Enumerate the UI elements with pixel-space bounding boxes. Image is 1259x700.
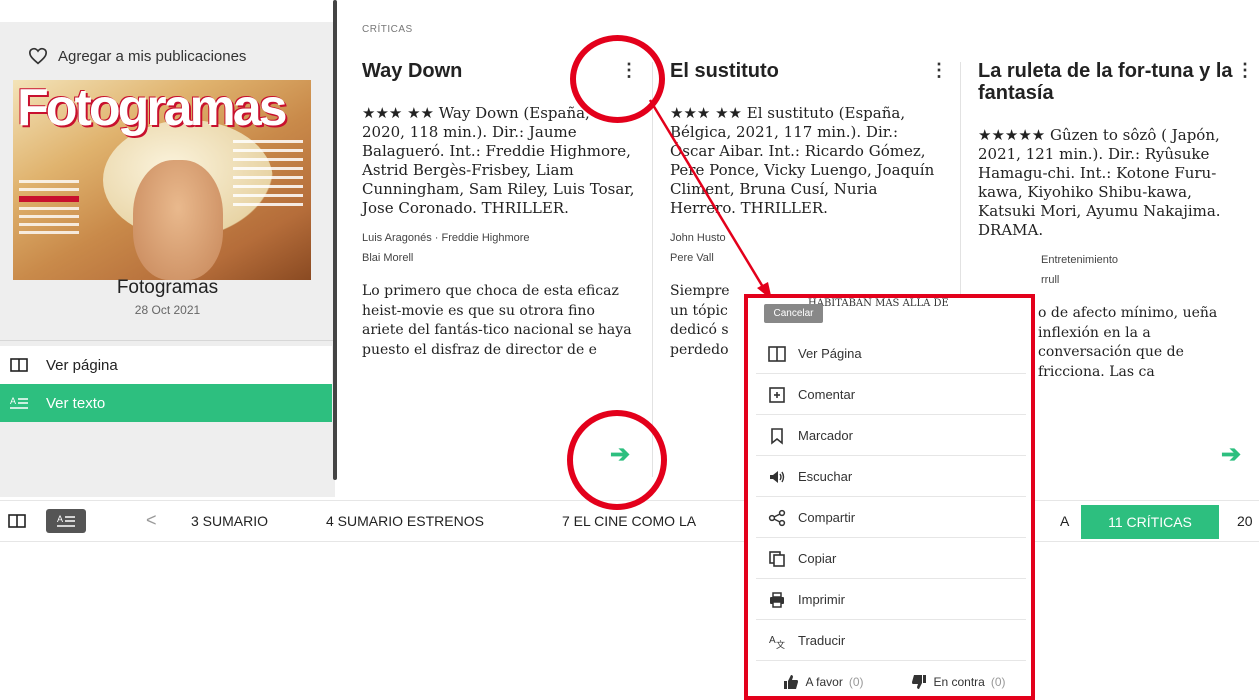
article-title[interactable]: El sustituto	[670, 60, 945, 82]
menu-item-label: Comentar	[798, 387, 856, 402]
add-to-favorites-button[interactable]: Agregar a mis publicaciones	[28, 47, 246, 65]
annotation-circle	[567, 410, 667, 510]
more-options-icon[interactable]: ⋮	[1236, 60, 1254, 81]
nav-item-sumario[interactable]: 3 SUMARIO	[191, 513, 268, 529]
thumbs-down-icon	[912, 675, 927, 689]
article-title[interactable]: La ruleta de la for-tuna y la fantasía	[978, 60, 1248, 104]
context-menu: HABITABAN MAS ALLA DE Cancelar Ver Págin…	[744, 294, 1035, 700]
view-page-button[interactable]: Ver página	[0, 346, 332, 384]
text-icon: A	[57, 514, 75, 527]
vote-against-count: (0)	[990, 675, 1006, 689]
vote-for-count: (0)	[848, 675, 864, 689]
view-text-label: Ver texto	[46, 394, 106, 412]
menu-item-view-page[interactable]: Ver Página	[756, 334, 1026, 374]
page-icon	[768, 345, 786, 362]
svg-text:A: A	[769, 635, 776, 646]
speaker-icon	[770, 470, 785, 483]
menu-item-copy[interactable]: Copiar	[756, 539, 1026, 579]
cover-headlines-left	[19, 180, 79, 239]
menu-item-print[interactable]: Imprimir	[756, 580, 1026, 620]
article-body: ★★★★★ Gûzen to sôzô ( Japón, 2021, 121 m…	[978, 126, 1221, 239]
article-authors: John Husto Pere Vall	[670, 228, 945, 268]
view-page-label: Ver página	[46, 356, 118, 374]
thumbs-up-icon	[784, 675, 799, 689]
menu-item-label: Marcador	[798, 428, 853, 443]
sidebar-scrollbar[interactable]	[333, 0, 337, 480]
cover-face	[133, 160, 223, 280]
article-authors: Luis Aragonés · Freddie Highmore Blai Mo…	[362, 228, 637, 268]
page-icon	[10, 358, 28, 372]
magazine-date: 28 Oct 2021	[134, 303, 201, 317]
heart-icon	[28, 47, 48, 65]
nav-item-sumario-estrenos[interactable]: 4 SUMARIO ESTRENOS	[326, 513, 484, 529]
more-options-icon[interactable]: ⋮	[930, 60, 948, 81]
vote-against-button[interactable]: En contra (0)	[891, 662, 1026, 696]
menu-item-label: Traducir	[798, 633, 846, 648]
next-arrow-icon[interactable]: ➔	[1221, 440, 1241, 469]
article-authors-line: Entretenimiento	[1041, 254, 1119, 266]
comment-icon	[769, 386, 785, 403]
article-authors-line: Blai Morell	[362, 252, 414, 264]
nav-item-criticas[interactable]: 11 CRÍTICAS	[1081, 505, 1219, 539]
nav-item-partial[interactable]: A	[1060, 513, 1069, 529]
nav-item-20[interactable]: 20	[1237, 513, 1253, 529]
svg-text:A: A	[10, 396, 16, 406]
article-body: ★★★ ★★ El sustituto (España, Bélgica, 20…	[670, 104, 935, 217]
prev-page-button[interactable]: <	[146, 510, 157, 531]
text-view-button[interactable]: A	[46, 509, 86, 533]
print-icon	[770, 591, 784, 608]
add-to-favorites-label: Agregar a mis publicaciones	[58, 47, 247, 65]
menu-item-translate[interactable]: A文 Traducir	[756, 621, 1026, 661]
sidebar: Agregar a mis publicaciones Fotogramas F…	[0, 22, 335, 497]
menu-item-label: Compartir	[798, 510, 856, 525]
text-icon: A	[10, 396, 28, 409]
article-authors-line: rrull	[1041, 274, 1060, 286]
vote-row: A favor (0) En contra (0)	[756, 662, 1026, 696]
copy-icon	[769, 550, 785, 567]
view-text-button[interactable]: A Ver texto	[0, 384, 332, 422]
article-body: ★★★ ★★ Way Down (España, 2020, 118 min.)…	[362, 104, 635, 217]
sidebar-divider	[0, 340, 335, 341]
menu-item-share[interactable]: Compartir	[756, 498, 1026, 538]
menu-item-bookmark[interactable]: Marcador	[756, 416, 1026, 456]
menu-item-label: Ver Página	[798, 346, 862, 361]
menu-item-label: Copiar	[798, 551, 837, 566]
share-icon	[768, 509, 786, 526]
article-authors-line: Luis Aragonés · Freddie Highmore	[362, 232, 530, 244]
column-divider	[652, 62, 653, 477]
vote-for-label: A favor	[805, 675, 843, 689]
svg-text:A: A	[57, 514, 63, 524]
menu-item-label: Escuchar	[798, 469, 853, 484]
section-label: CRÍTICAS	[362, 24, 413, 35]
nav-item-el-cine[interactable]: 7 EL CINE COMO LA	[562, 513, 696, 529]
cover-masthead: Fotogramas	[17, 80, 288, 137]
vote-against-label: En contra	[933, 675, 985, 689]
article-authors: Entretenimiento rrull	[978, 250, 1248, 290]
menu-item-label: Imprimir	[798, 592, 845, 607]
translate-icon: A文	[769, 635, 785, 650]
bookmark-icon	[771, 427, 783, 445]
magazine-cover[interactable]: Fotogramas	[13, 80, 311, 280]
svg-text:文: 文	[776, 639, 785, 650]
article-authors-line: Pere Vall	[670, 252, 714, 264]
cover-headlines-right	[233, 140, 303, 212]
page-view-icon[interactable]	[8, 514, 26, 528]
article-authors-line: John Husto	[670, 232, 726, 244]
menu-item-listen[interactable]: Escuchar	[756, 457, 1026, 497]
magazine-title: Fotogramas	[116, 277, 219, 298]
article-excerpt: Lo primero que choca de esta eficaz heis…	[362, 283, 632, 358]
article-excerpt: Siempre un tópic dedicó s perdedo	[670, 283, 730, 358]
menu-item-comment[interactable]: Comentar	[756, 375, 1026, 415]
vote-for-button[interactable]: A favor (0)	[756, 662, 891, 696]
cancel-button[interactable]: Cancelar	[764, 304, 823, 323]
annotation-circle	[570, 35, 665, 123]
